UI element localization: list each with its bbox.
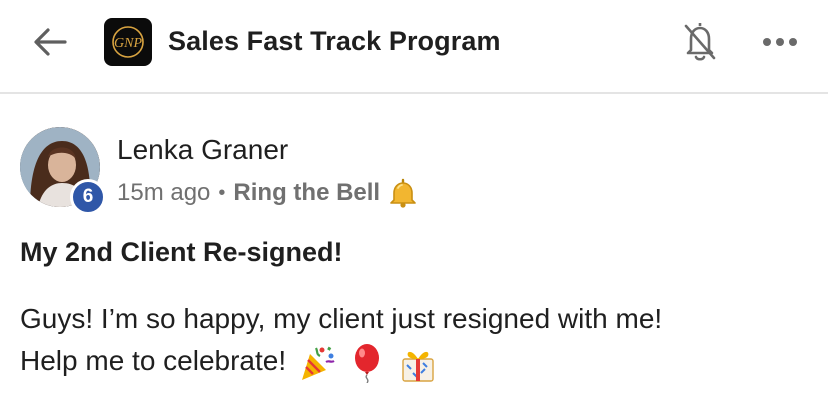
group-logo[interactable]: GNP bbox=[104, 18, 152, 66]
wrapped-gift-emoji-icon bbox=[402, 351, 434, 382]
post-meta: 15m ago • Ring the Bell bbox=[117, 176, 418, 210]
balloon-emoji-icon bbox=[354, 343, 379, 383]
back-button[interactable] bbox=[26, 22, 74, 62]
post-emojis bbox=[298, 343, 438, 383]
more-options-button[interactable] bbox=[758, 26, 802, 58]
arrow-left-icon bbox=[34, 28, 67, 56]
post-body-line-2-container: Help me to celebrate! bbox=[20, 340, 810, 383]
svg-text:GNP: GNP bbox=[114, 36, 142, 51]
group-title[interactable]: Sales Fast Track Program bbox=[168, 24, 501, 58]
post-category[interactable]: Ring the Bell bbox=[233, 179, 380, 207]
post-page: GNP Sales Fast Track Program 6 Lenka Gra… bbox=[0, 0, 828, 416]
post-body-line-2: Help me to celebrate! bbox=[20, 345, 287, 376]
post-timestamp: 15m ago bbox=[117, 179, 211, 206]
meta-separator: • bbox=[218, 181, 226, 204]
header-bar: GNP Sales Fast Track Program bbox=[0, 0, 828, 94]
bell-emoji-icon bbox=[388, 178, 418, 208]
party-popper-emoji-icon bbox=[301, 346, 335, 380]
post-body: Guys! I’m so happy, my client just resig… bbox=[20, 298, 810, 383]
gnp-logo-icon: GNP bbox=[112, 26, 144, 58]
more-horizontal-icon bbox=[763, 38, 797, 46]
post-title: My 2nd Client Re-signed! bbox=[20, 237, 343, 267]
author-name[interactable]: Lenka Graner bbox=[117, 132, 288, 168]
post-body-line-1: Guys! I’m so happy, my client just resig… bbox=[20, 303, 663, 334]
bell-off-icon bbox=[684, 23, 716, 61]
level-badge: 6 bbox=[70, 179, 106, 215]
author-avatar-container[interactable]: 6 bbox=[20, 127, 106, 215]
mute-notifications-button[interactable] bbox=[680, 18, 720, 64]
